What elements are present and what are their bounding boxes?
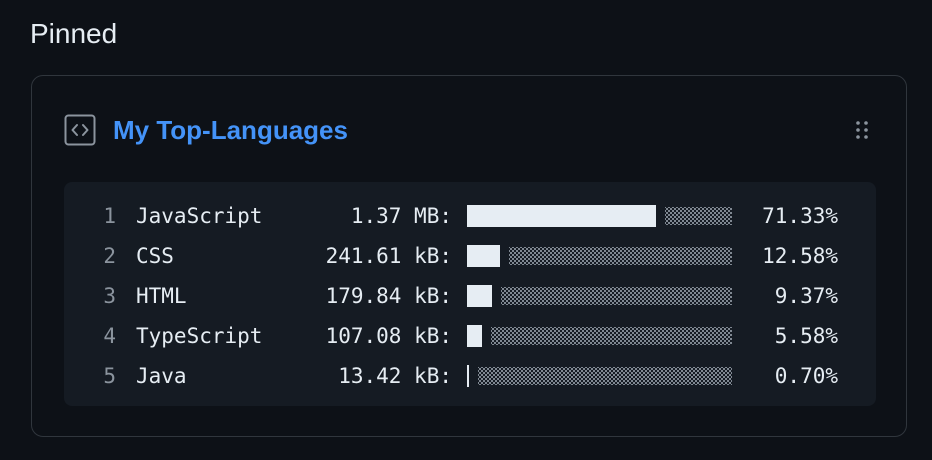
usage-bar-remainder <box>501 287 732 305</box>
language-row: 1 JavaScript 1.37 MB: 71.33% <box>64 196 876 236</box>
usage-bar-remainder <box>478 367 732 385</box>
language-row: 3 HTML 179.84 kB: 9.37% <box>64 276 876 316</box>
language-percent: 0.70% <box>774 364 838 388</box>
grabber-icon[interactable] <box>854 118 870 142</box>
language-percent: 9.37% <box>774 284 838 308</box>
card-header: My Top-Languages <box>64 112 870 148</box>
line-number: 4 <box>103 324 116 348</box>
usage-bar-fill <box>467 245 500 267</box>
usage-bar-fill <box>467 325 482 347</box>
usage-bar <box>467 245 732 267</box>
line-number: 1 <box>103 204 116 228</box>
language-size: 107.08 kB: <box>325 324 452 348</box>
line-number: 5 <box>103 364 116 388</box>
usage-bar-fill <box>467 205 656 227</box>
language-percent: 71.33% <box>762 204 838 228</box>
language-stats-code-block: 1 JavaScript 1.37 MB: 71.33% 2 CSS 241.6… <box>64 182 876 406</box>
usage-bar <box>467 365 732 387</box>
language-name: JavaScript <box>136 204 263 228</box>
language-name: TypeScript <box>136 324 263 348</box>
language-name: CSS <box>136 244 174 268</box>
code-square-icon <box>64 114 96 146</box>
language-percent: 5.58% <box>774 324 838 348</box>
section-title: Pinned <box>30 18 118 49</box>
usage-bar-remainder <box>509 247 732 265</box>
usage-bar-fill <box>467 365 469 387</box>
usage-bar <box>467 205 732 227</box>
language-row: 4 TypeScript 107.08 kB: 5.58% <box>64 316 876 356</box>
usage-bar-remainder <box>491 327 732 345</box>
language-row: 5 Java 13.42 kB: 0.70% <box>64 356 876 396</box>
language-size: 179.84 kB: <box>325 284 452 308</box>
usage-bar-fill <box>467 285 492 307</box>
usage-bar <box>467 325 732 347</box>
language-size: 1.37 MB: <box>350 204 452 228</box>
language-percent: 12.58% <box>762 244 838 268</box>
usage-bar <box>467 285 732 307</box>
line-number: 2 <box>103 244 116 268</box>
language-name: HTML <box>136 284 187 308</box>
pinned-gist-card: My Top-Languages 1 JavaScript 1.37 MB: 7… <box>31 75 907 437</box>
language-row: 2 CSS 241.61 kB: 12.58% <box>64 236 876 276</box>
language-name: Java <box>136 364 187 388</box>
language-size: 13.42 kB: <box>338 364 452 388</box>
language-size: 241.61 kB: <box>325 244 452 268</box>
gist-title-link[interactable]: My Top-Languages <box>113 112 348 148</box>
usage-bar-remainder <box>665 207 732 225</box>
line-number: 3 <box>103 284 116 308</box>
